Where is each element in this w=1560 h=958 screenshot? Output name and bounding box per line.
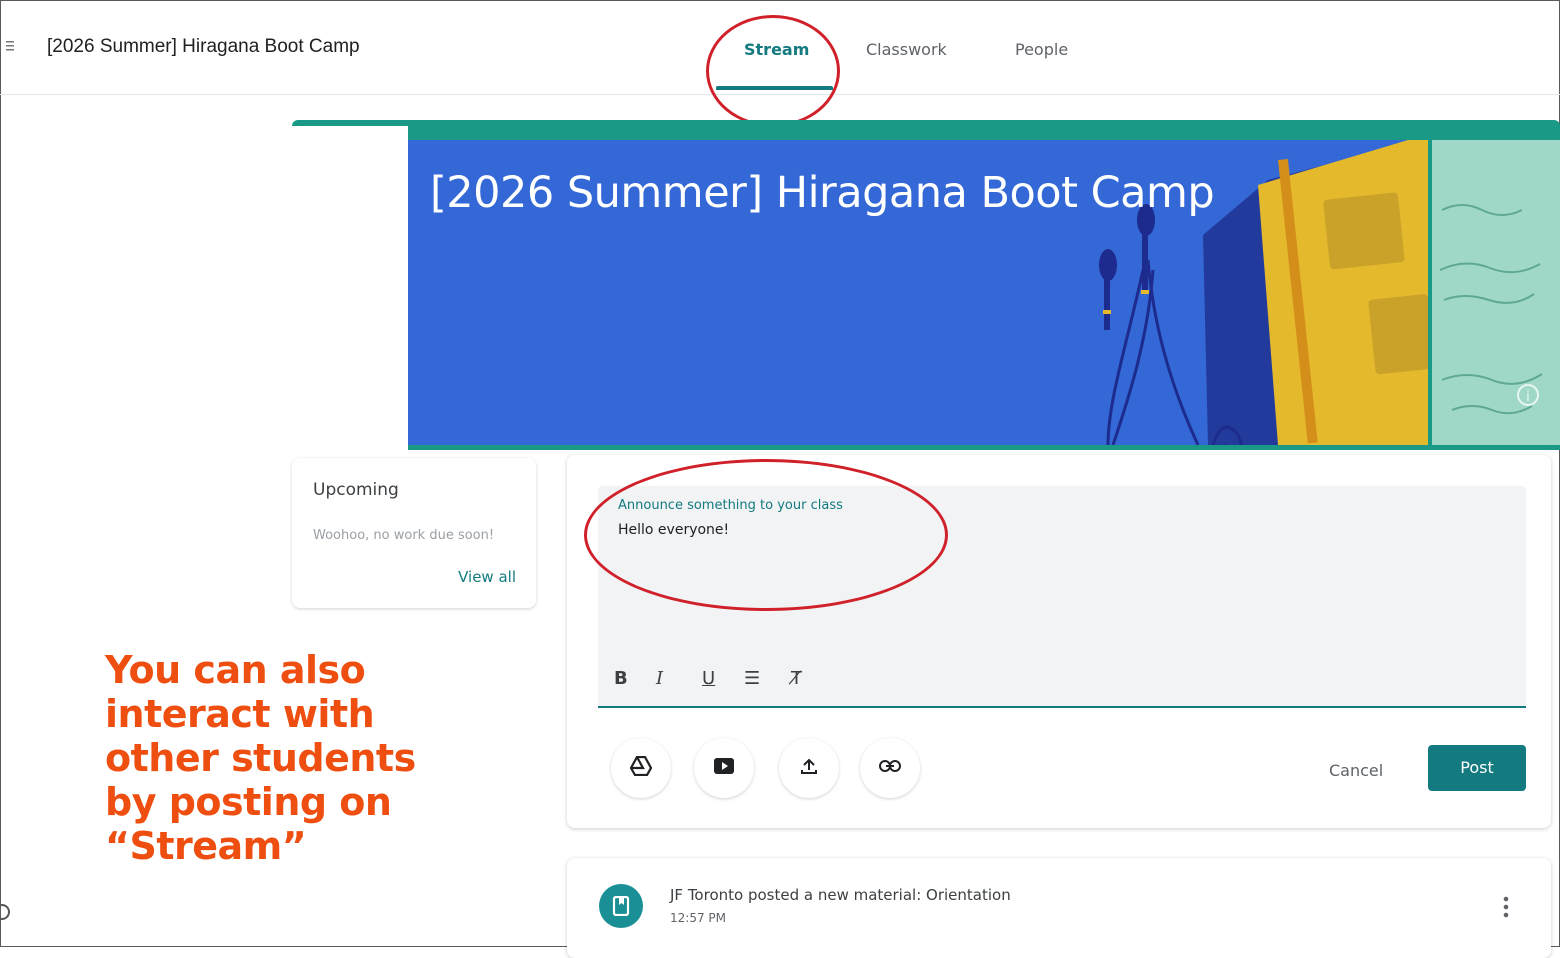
post-headline[interactable]: JF Toronto posted a new material: Orient… <box>670 886 1011 904</box>
bold-button[interactable]: B <box>614 668 628 689</box>
underline-button[interactable]: U <box>702 668 715 689</box>
post-button[interactable]: Post <box>1428 745 1526 791</box>
announcement-composer: Announce something to your class Hello e… <box>567 455 1551 828</box>
banner-illustration-paper <box>1432 140 1560 445</box>
youtube-icon <box>714 757 734 779</box>
cancel-button[interactable]: Cancel <box>1329 761 1383 780</box>
upload-icon <box>800 757 818 780</box>
stream-post[interactable]: JF Toronto posted a new material: Orient… <box>567 858 1551 958</box>
upcoming-empty-text: Woohoo, no work due soon! <box>313 528 495 543</box>
upload-button[interactable] <box>779 738 839 798</box>
announcement-input[interactable]: Hello everyone! <box>618 522 729 538</box>
active-tab-indicator <box>716 86 833 90</box>
clear-formatting-button[interactable]: T̸ <box>791 668 802 689</box>
material-icon <box>599 884 643 928</box>
tab-classwork[interactable]: Classwork <box>866 40 947 59</box>
announcement-field-label: Announce something to your class <box>618 498 843 513</box>
more-options-icon[interactable] <box>1503 896 1509 918</box>
main-menu-icon[interactable] <box>6 40 14 52</box>
tab-stream[interactable]: Stream <box>744 40 809 59</box>
class-banner: [2026 Summer] Hiragana Boot Camp i <box>292 120 1560 450</box>
course-title[interactable]: [2026 Summer] Hiragana Boot Camp <box>47 36 360 58</box>
banner-white-mask <box>292 126 408 450</box>
instruction-callout: You can also interact with other student… <box>105 648 416 868</box>
banner-title: [2026 Summer] Hiragana Boot Camp <box>430 168 1215 218</box>
bulleted-list-button[interactable]: ☰ <box>744 668 760 689</box>
italic-button[interactable]: I <box>656 668 663 689</box>
upcoming-title: Upcoming <box>313 480 399 500</box>
google-drive-button[interactable] <box>611 738 671 798</box>
announcement-editor[interactable]: Announce something to your class Hello e… <box>598 486 1526 708</box>
view-all-link[interactable]: View all <box>458 568 516 586</box>
link-icon <box>879 759 901 777</box>
link-button[interactable] <box>860 738 920 798</box>
google-drive-icon <box>629 755 653 781</box>
top-app-bar: [2026 Summer] Hiragana Boot Camp Stream … <box>0 0 1560 95</box>
info-icon[interactable]: i <box>1517 384 1539 406</box>
tab-people[interactable]: People <box>1015 40 1068 59</box>
post-timestamp: 12:57 PM <box>670 911 726 925</box>
youtube-button[interactable] <box>694 738 754 798</box>
upcoming-card: Upcoming Woohoo, no work due soon! View … <box>292 458 536 608</box>
